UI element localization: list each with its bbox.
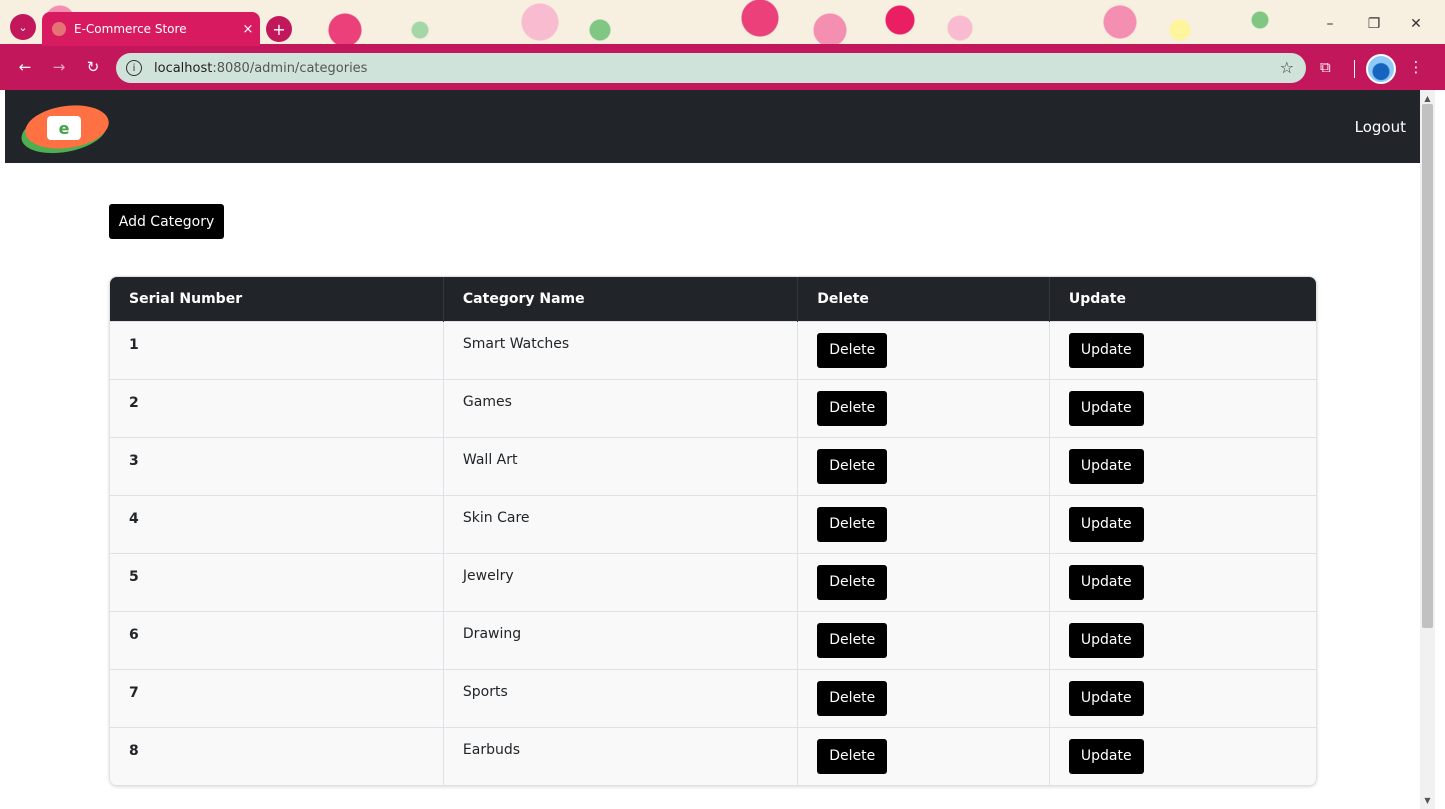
- toolbar-separator: [1354, 60, 1355, 78]
- site-navbar: e Logout: [5, 90, 1420, 163]
- serial-cell: 4: [110, 494, 444, 553]
- add-category-button[interactable]: Add Category: [109, 204, 224, 239]
- delete-cell: Delete: [797, 378, 1050, 437]
- delete-button[interactable]: Delete: [817, 506, 888, 542]
- update-cell: Update: [1049, 320, 1316, 379]
- browser-tab[interactable]: E-Commerce Store ×: [42, 12, 260, 46]
- column-header-serial: Serial Number: [110, 277, 444, 321]
- serial-cell: 3: [110, 436, 444, 495]
- table-row: 6 Drawing Delete Update: [110, 610, 1316, 669]
- delete-cell: Delete: [797, 436, 1050, 495]
- profile-avatar[interactable]: [1366, 54, 1396, 84]
- table-header-row: Serial Number Category Name Delete Updat…: [110, 277, 1316, 321]
- extensions-icon[interactable]: ⧉: [1320, 58, 1331, 76]
- logout-link[interactable]: Logout: [1355, 118, 1406, 136]
- category-name-cell: Wall Art: [443, 436, 799, 495]
- shopping-bag-icon: e: [47, 116, 81, 140]
- category-name-cell: Drawing: [443, 610, 799, 669]
- reload-icon[interactable]: ↻: [82, 58, 104, 76]
- column-header-delete: Delete: [797, 277, 1050, 321]
- scroll-down-icon[interactable]: ▼: [1422, 796, 1433, 805]
- update-button[interactable]: Update: [1068, 390, 1144, 426]
- browser-toolbar: ← → ↻ i localhost:8080/admin/categories …: [0, 50, 1445, 88]
- update-button[interactable]: Update: [1068, 332, 1144, 368]
- delete-cell: Delete: [797, 726, 1050, 785]
- url-host: localhost: [154, 60, 213, 76]
- update-cell: Update: [1049, 378, 1316, 437]
- store-logo[interactable]: e: [17, 100, 112, 160]
- kebab-menu-icon[interactable]: ⋮: [1408, 58, 1424, 76]
- update-button[interactable]: Update: [1068, 680, 1144, 716]
- table-row: 3 Wall Art Delete Update: [110, 436, 1316, 495]
- site-info-icon[interactable]: i: [126, 60, 142, 76]
- delete-button[interactable]: Delete: [817, 390, 888, 426]
- update-button[interactable]: Update: [1068, 738, 1144, 774]
- delete-button[interactable]: Delete: [817, 448, 888, 484]
- category-name-cell: Smart Watches: [443, 320, 799, 379]
- tab-search-icon[interactable]: ⌄: [10, 14, 36, 40]
- forward-arrow-icon[interactable]: →: [48, 58, 70, 76]
- table-row: 8 Earbuds Delete Update: [110, 726, 1316, 785]
- tab-close-icon[interactable]: ×: [236, 22, 260, 37]
- delete-button[interactable]: Delete: [817, 622, 888, 658]
- table-row: 5 Jewelry Delete Update: [110, 552, 1316, 611]
- delete-button[interactable]: Delete: [817, 680, 888, 716]
- delete-button[interactable]: Delete: [817, 738, 888, 774]
- table-row: 4 Skin Care Delete Update: [110, 494, 1316, 553]
- address-url[interactable]: localhost:8080/admin/categories: [154, 61, 367, 76]
- update-cell: Update: [1049, 726, 1316, 785]
- update-cell: Update: [1049, 494, 1316, 553]
- update-button[interactable]: Update: [1068, 506, 1144, 542]
- column-header-update: Update: [1049, 277, 1316, 321]
- new-tab-icon[interactable]: +: [266, 16, 292, 42]
- delete-button[interactable]: Delete: [817, 564, 888, 600]
- delete-cell: Delete: [797, 610, 1050, 669]
- delete-cell: Delete: [797, 320, 1050, 379]
- close-window-icon[interactable]: ✕: [1404, 16, 1428, 32]
- serial-cell: 8: [110, 726, 444, 785]
- serial-cell: 2: [110, 378, 444, 437]
- delete-cell: Delete: [797, 494, 1050, 553]
- update-cell: Update: [1049, 552, 1316, 611]
- update-button[interactable]: Update: [1068, 622, 1144, 658]
- scrollbar-thumb[interactable]: [1422, 104, 1433, 628]
- category-name-cell: Earbuds: [443, 726, 799, 785]
- address-bar[interactable]: i localhost:8080/admin/categories ☆: [116, 53, 1306, 83]
- delete-cell: Delete: [797, 668, 1050, 727]
- update-cell: Update: [1049, 436, 1316, 495]
- category-name-cell: Sports: [443, 668, 799, 727]
- url-path: :8080/admin/categories: [212, 60, 368, 76]
- delete-button[interactable]: Delete: [817, 332, 888, 368]
- serial-cell: 1: [110, 320, 444, 379]
- bookmark-star-icon[interactable]: ☆: [1280, 58, 1294, 77]
- table-row: 2 Games Delete Update: [110, 378, 1316, 437]
- restore-icon[interactable]: ❐: [1362, 16, 1386, 32]
- serial-cell: 5: [110, 552, 444, 611]
- scroll-up-icon[interactable]: ▲: [1422, 94, 1433, 103]
- category-name-cell: Games: [443, 378, 799, 437]
- update-cell: Update: [1049, 668, 1316, 727]
- back-arrow-icon[interactable]: ←: [14, 58, 36, 76]
- category-name-cell: Jewelry: [443, 552, 799, 611]
- table-row: 7 Sports Delete Update: [110, 668, 1316, 727]
- update-cell: Update: [1049, 610, 1316, 669]
- categories-table: Serial Number Category Name Delete Updat…: [109, 276, 1317, 786]
- delete-cell: Delete: [797, 552, 1050, 611]
- tab-title: E-Commerce Store: [74, 22, 187, 36]
- serial-cell: 7: [110, 668, 444, 727]
- update-button[interactable]: Update: [1068, 448, 1144, 484]
- minimize-icon[interactable]: –: [1318, 16, 1342, 32]
- category-name-cell: Skin Care: [443, 494, 799, 553]
- update-button[interactable]: Update: [1068, 564, 1144, 600]
- serial-cell: 6: [110, 610, 444, 669]
- column-header-name: Category Name: [443, 277, 799, 321]
- table-row: 1 Smart Watches Delete Update: [110, 320, 1316, 379]
- tab-favicon-icon: [52, 22, 66, 36]
